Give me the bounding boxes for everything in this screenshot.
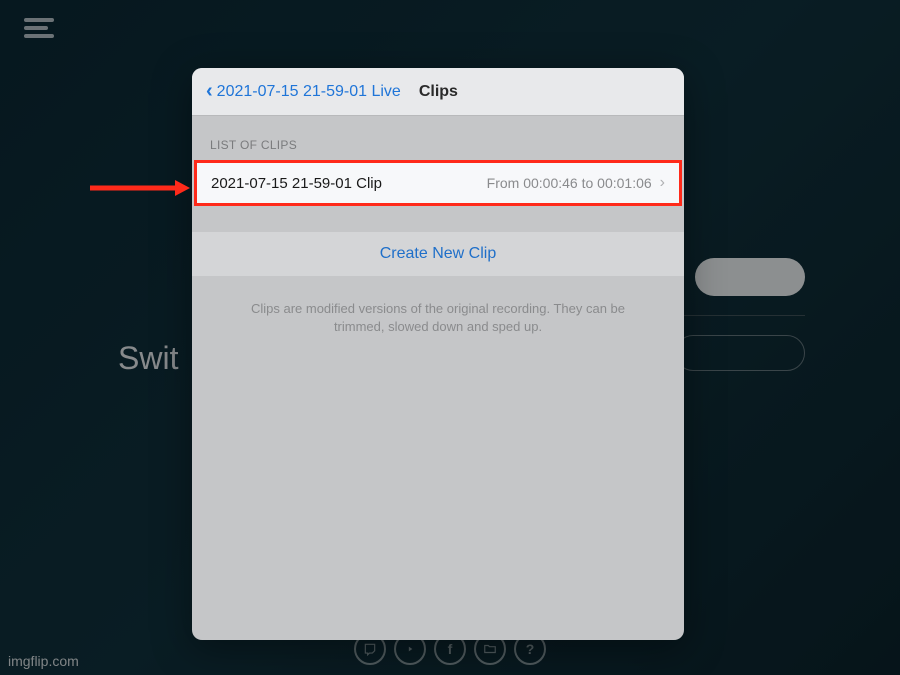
chevron-right-icon: › (660, 174, 665, 192)
back-button[interactable]: ‹ 2021-07-15 21-59-01 Live (206, 80, 401, 103)
chevron-left-icon: ‹ (206, 80, 213, 103)
clip-title: 2021-07-15 21-59-01 Clip (211, 175, 382, 192)
clips-modal: ‹ 2021-07-15 21-59-01 Live Clips LIST OF… (192, 68, 684, 640)
clips-help-text: Clips are modified versions of the origi… (192, 300, 684, 336)
clip-time-range: From 00:00:46 to 00:01:06 (487, 175, 652, 191)
list-section-label: LIST OF CLIPS (192, 116, 684, 160)
modal-title: Clips (419, 83, 458, 101)
create-new-clip-button[interactable]: Create New Clip (192, 232, 684, 276)
modal-header: ‹ 2021-07-15 21-59-01 Live Clips (192, 68, 684, 116)
clip-row[interactable]: 2021-07-15 21-59-01 Clip From 00:00:46 t… (194, 160, 682, 206)
back-label: 2021-07-15 21-59-01 Live (217, 83, 401, 101)
